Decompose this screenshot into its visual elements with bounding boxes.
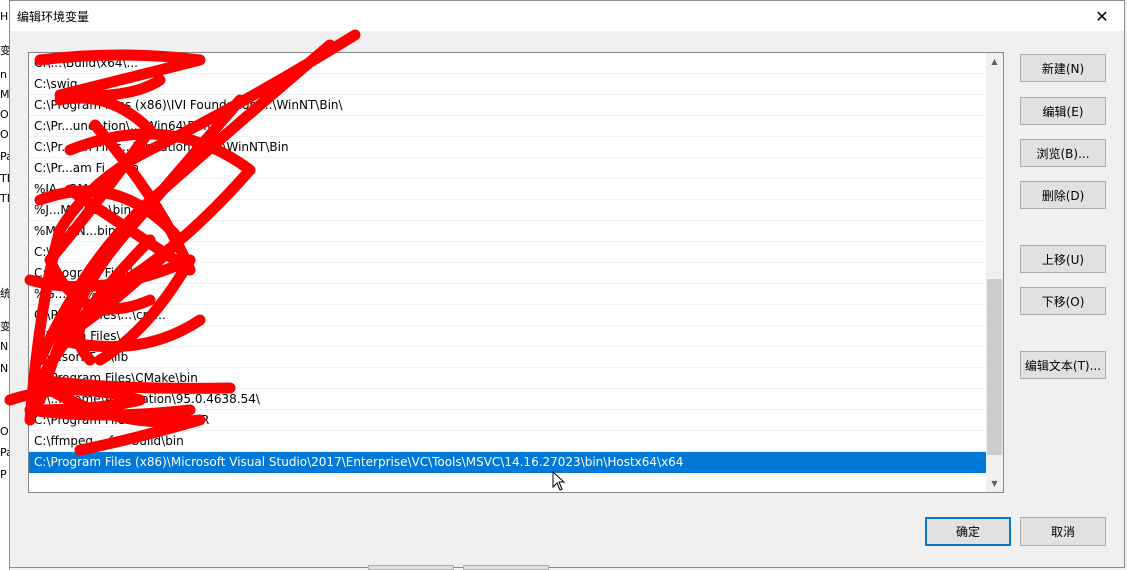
scrollbar-thumb[interactable]	[987, 279, 1002, 455]
close-button[interactable]: ✕	[1080, 1, 1124, 31]
path-list-item[interactable]: C:\Program Files (x86)\Microsoft Visual …	[29, 452, 986, 473]
delete-button[interactable]: 删除(D)	[1020, 181, 1106, 209]
new-button[interactable]: 新建(N)	[1020, 54, 1106, 82]
bg-fragment: N	[0, 362, 9, 375]
path-list-item[interactable]: C:\P...am Files\...\cm...	[29, 305, 986, 326]
path-list-rows: C:\...\Build\x64\... C:\swig... C:\Program…	[29, 53, 986, 473]
path-list-item[interactable]: %J...ME%...e\bin	[29, 200, 986, 221]
ok-button[interactable]: 确定	[925, 517, 1011, 546]
path-list-item[interactable]: C:\...	[29, 242, 986, 263]
path-list-item[interactable]: %G...A...%\	[29, 284, 986, 305]
bg-fragment: O	[0, 425, 9, 438]
move-down-button[interactable]: 下移(O)	[1020, 287, 1106, 315]
vertical-scrollbar[interactable]: ▲ ▼	[986, 53, 1003, 492]
background-button-fragment	[463, 565, 549, 570]
scroll-up-arrow-icon[interactable]: ▲	[986, 53, 1003, 70]
path-list-item[interactable]: C:\Pr...undation\...\Win64\Bin\	[29, 116, 986, 137]
bg-fragment: O	[0, 128, 9, 141]
bg-fragment: O	[0, 108, 9, 121]
path-list-item[interactable]: C:\...sorRT-...\lib	[29, 347, 986, 368]
path-list-item[interactable]: C:\Pr...am Files...\undation\VISA\WinNT\…	[29, 137, 986, 158]
bg-fragment: N	[0, 340, 9, 353]
bg-fragment: H	[0, 10, 9, 23]
path-list-item[interactable]: C:\...ogram Fi...\bin	[29, 263, 986, 284]
bg-fragment: P	[0, 468, 7, 481]
dialog-title: 编辑环境变量	[17, 10, 90, 24]
path-list-item[interactable]: C:\P...am Files\...	[29, 326, 986, 347]
bg-fragment: n	[0, 68, 7, 81]
path-list-item[interactable]: C:\...hrome\Application\95.0.4638.54\	[29, 389, 986, 410]
path-list-item[interactable]: C:\Pr...am Fi...\bin	[29, 158, 986, 179]
path-list-item[interactable]: C:\swig...	[29, 74, 986, 95]
move-up-button[interactable]: 上移(U)	[1020, 245, 1106, 273]
browse-button[interactable]: 浏览(B)...	[1020, 139, 1106, 167]
mouse-pointer-icon	[552, 471, 566, 491]
close-icon: ✕	[1095, 6, 1109, 26]
path-list-item[interactable]: C:\Program Files\CMake\bin	[29, 368, 986, 389]
path-list-item[interactable]: %M...ON...bin	[29, 221, 986, 242]
path-list-item[interactable]: C:\Program Files\Tesser...OCR	[29, 410, 986, 431]
path-list-item[interactable]: C:\Program Files (x86)\IVI Foundation\..…	[29, 95, 986, 116]
scroll-down-arrow-icon[interactable]: ▼	[986, 475, 1003, 492]
edit-text-button[interactable]: 编辑文本(T)...	[1020, 351, 1106, 379]
cancel-button[interactable]: 取消	[1020, 517, 1106, 546]
edit-environment-variable-dialog: 编辑环境变量 ✕ C:\...\Build\x64\... C:\swig... C…	[9, 0, 1125, 568]
title-bar: 编辑环境变量 ✕	[10, 1, 1124, 31]
background-button-fragment	[368, 565, 454, 570]
path-list-item[interactable]: C:\...\Build\x64\...	[29, 53, 986, 74]
path-list-item[interactable]: %JA...OM...%\	[29, 179, 986, 200]
path-list[interactable]: C:\...\Build\x64\... C:\swig... C:\Program…	[28, 52, 1004, 493]
path-list-item[interactable]: C:\ffmpeg...-full-build\bin	[29, 431, 986, 452]
edit-button[interactable]: 编辑(E)	[1020, 97, 1106, 125]
